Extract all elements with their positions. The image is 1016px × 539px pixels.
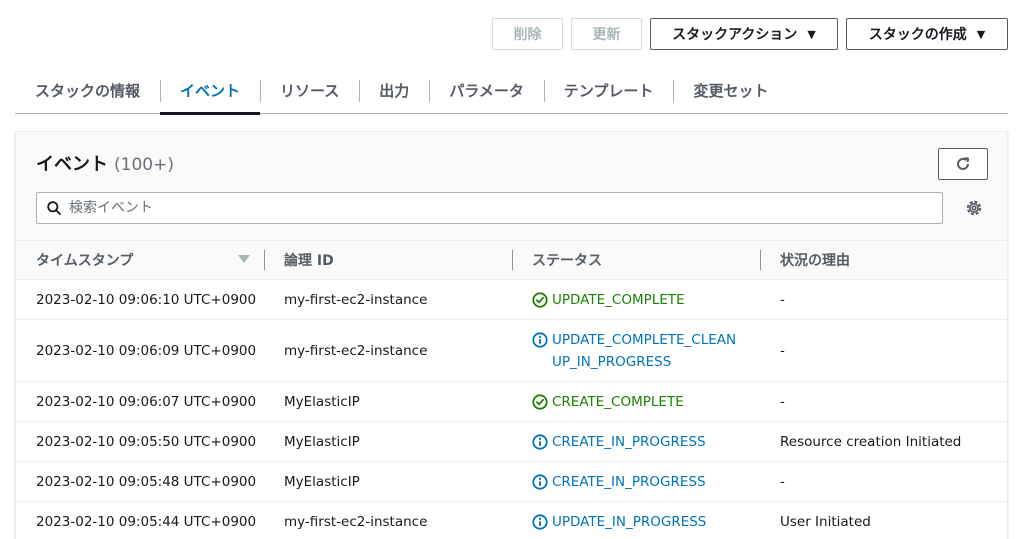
status-label: UPDATE_COMPLETE xyxy=(552,291,685,308)
timestamp-cell: 2023-02-10 09:05:50 UTC+0900 xyxy=(36,433,257,450)
column-header-logical-id[interactable]: 論理 ID xyxy=(264,240,512,280)
status-label: CREATE_IN_PROGRESS xyxy=(552,473,706,490)
tab-label: パラメータ xyxy=(449,82,524,100)
create-stack-button[interactable]: スタックの作成 ▼ xyxy=(846,18,1008,50)
tab-label: 変更セット xyxy=(693,82,769,100)
info-circle-icon xyxy=(532,331,548,348)
status-cell: CREATE_IN_PROGRESS xyxy=(512,471,760,493)
logical-id-cell: MyElasticIP xyxy=(284,473,360,490)
tab-label: テンプレート xyxy=(563,82,654,100)
tab-stack-info[interactable]: スタックの情報 xyxy=(15,68,160,114)
tab-events[interactable]: イベント xyxy=(160,68,261,115)
logical-id-cell: my-first-ec2-instance xyxy=(284,513,428,530)
events-table: タイムスタンプ 論理 ID ステータス 状況の理由 2023-02-10 09:… xyxy=(16,240,1007,539)
search-icon xyxy=(47,201,61,215)
timestamp-cell: 2023-02-10 09:05:44 UTC+0900 xyxy=(36,513,257,530)
table-settings-button[interactable] xyxy=(964,198,984,218)
search-input[interactable] xyxy=(69,200,919,216)
delete-button[interactable]: 削除 xyxy=(492,18,563,50)
gear-icon xyxy=(966,200,982,216)
status-cell: UPDATE_COMPLETE xyxy=(512,289,760,311)
column-label: 論理 ID xyxy=(284,253,334,269)
sort-down-icon xyxy=(238,255,250,263)
stack-tabs: スタックの情報 イベント リソース 出力 パラメータ テンプレート 変更セット xyxy=(15,68,1008,115)
caret-down-icon: ▼ xyxy=(807,27,816,41)
stack-actions-button[interactable]: スタックアクション ▼ xyxy=(650,18,838,50)
delete-button-label: 削除 xyxy=(513,27,542,43)
status-reason-cell: Resource creation Initiated xyxy=(780,433,962,450)
events-panel: イベント(100+) タイムスタンプ 論理 ID ステータス 状況の xyxy=(15,131,1008,539)
info-circle-icon xyxy=(532,433,548,450)
stack-toolbar: 削除 更新 スタックアクション ▼ スタックの作成 ▼ xyxy=(492,18,1008,50)
refresh-button[interactable] xyxy=(938,148,988,180)
refresh-icon xyxy=(957,157,969,170)
tab-label: リソース xyxy=(280,82,340,100)
tab-label: イベント xyxy=(180,82,241,100)
events-title: イベント xyxy=(36,154,108,175)
timestamp-cell: 2023-02-10 09:06:10 UTC+0900 xyxy=(36,291,257,308)
column-label: 状況の理由 xyxy=(780,253,850,269)
table-row: 2023-02-10 09:06:07 UTC+0900 MyElasticIP… xyxy=(16,382,1007,422)
logical-id-cell: my-first-ec2-instance xyxy=(284,342,428,359)
timestamp-cell: 2023-02-10 09:06:07 UTC+0900 xyxy=(36,393,257,410)
tab-resources[interactable]: リソース xyxy=(260,68,359,114)
search-field xyxy=(36,192,943,224)
stack-actions-label: スタックアクション xyxy=(672,27,798,43)
status-reason-cell: - xyxy=(780,291,785,308)
status-reason-cell: User Initiated xyxy=(780,513,871,530)
tab-label: スタックの情報 xyxy=(35,82,141,100)
status-reason-cell: - xyxy=(780,473,785,490)
status-cell: CREATE_IN_PROGRESS xyxy=(512,431,760,453)
update-button-label: 更新 xyxy=(592,27,621,43)
table-header: タイムスタンプ 論理 ID ステータス 状況の理由 xyxy=(16,240,1007,280)
check-circle-icon xyxy=(532,393,548,410)
status-reason-cell: - xyxy=(780,393,785,410)
table-row: 2023-02-10 09:05:44 UTC+0900 my-first-ec… xyxy=(16,502,1007,539)
tab-outputs[interactable]: 出力 xyxy=(359,68,429,114)
events-panel-title: イベント (100+) xyxy=(36,150,174,176)
status-cell: UPDATE_IN_PROGRESS xyxy=(512,511,760,533)
create-stack-label: スタックの作成 xyxy=(868,27,967,43)
table-row: 2023-02-10 09:06:10 UTC+0900 my-first-ec… xyxy=(16,280,1007,320)
table-row: 2023-02-10 09:06:09 UTC+0900 my-first-ec… xyxy=(16,320,1007,382)
info-circle-icon xyxy=(532,473,548,490)
column-label: ステータス xyxy=(532,253,602,269)
info-circle-icon xyxy=(532,513,548,530)
events-count: (100+) xyxy=(114,155,174,175)
status-label: CREATE_COMPLETE xyxy=(552,393,684,410)
caret-down-icon: ▼ xyxy=(976,27,986,41)
logical-id-cell: MyElasticIP xyxy=(284,433,360,450)
table-row: 2023-02-10 09:05:50 UTC+0900 MyElasticIP… xyxy=(16,422,1007,462)
table-row: 2023-02-10 09:05:48 UTC+0900 MyElasticIP… xyxy=(16,462,1007,502)
status-reason-cell: - xyxy=(780,342,785,359)
tab-change-sets[interactable]: 変更セット xyxy=(673,68,788,114)
status-cell: UPDATE_COMPLETE_CLEANUP_IN_PROGRESS xyxy=(512,329,760,373)
check-circle-icon xyxy=(532,291,548,308)
column-header-status[interactable]: ステータス xyxy=(512,240,760,280)
status-label: UPDATE_COMPLETE_CLEANUP_IN_PROGRESS xyxy=(552,331,737,370)
column-header-timestamp[interactable]: タイムスタンプ xyxy=(16,240,264,280)
logical-id-cell: MyElasticIP xyxy=(284,393,360,410)
update-button[interactable]: 更新 xyxy=(571,18,642,50)
tab-template[interactable]: テンプレート xyxy=(543,68,674,114)
status-label: CREATE_IN_PROGRESS xyxy=(552,433,706,450)
tab-label: 出力 xyxy=(379,82,410,100)
logical-id-cell: my-first-ec2-instance xyxy=(284,291,428,308)
timestamp-cell: 2023-02-10 09:05:48 UTC+0900 xyxy=(36,473,257,490)
column-label: タイムスタンプ xyxy=(36,253,134,269)
tab-parameters[interactable]: パラメータ xyxy=(429,68,544,114)
status-label: UPDATE_IN_PROGRESS xyxy=(552,513,707,530)
timestamp-cell: 2023-02-10 09:06:09 UTC+0900 xyxy=(36,342,257,359)
column-header-status-reason[interactable]: 状況の理由 xyxy=(760,240,1007,280)
status-cell: CREATE_COMPLETE xyxy=(512,391,760,413)
